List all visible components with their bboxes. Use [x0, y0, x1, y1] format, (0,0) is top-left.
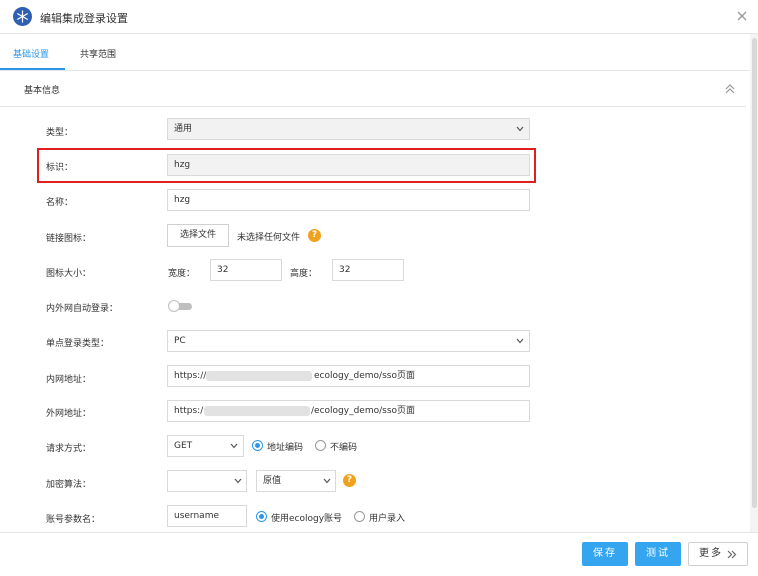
chevron-down-icon — [516, 126, 524, 132]
icon-size-label: 图标大小： — [46, 269, 92, 279]
more-button-label: 更多 — [699, 548, 723, 559]
account-param-label: 账号参数名： — [46, 515, 101, 525]
chevron-down-icon — [516, 338, 524, 344]
extranet-url-label: 外网地址： — [46, 409, 92, 419]
tab-share-scope[interactable]: 共享范围 — [80, 47, 116, 60]
sso-type-label: 单点登录类型： — [46, 339, 110, 349]
url-prefix: https:/ — [174, 406, 204, 416]
choose-file-button[interactable]: 选择文件 — [167, 224, 229, 247]
sso-type-value: PC — [174, 336, 186, 346]
chevron-down-icon — [323, 478, 331, 484]
encoding-value: 原值 — [263, 476, 282, 486]
radio-no-encode[interactable] — [315, 440, 326, 451]
height-input[interactable]: 32 — [332, 259, 404, 281]
sso-type-select[interactable]: PC — [167, 330, 530, 352]
dialog-header: 编辑集成登录设置 — [0, 0, 758, 34]
radio-user-input[interactable] — [354, 511, 365, 522]
identifier-label: 标识： — [46, 163, 74, 173]
url-suffix: ecology_demo/sso页面 — [314, 371, 415, 381]
help-icon[interactable]: ? — [343, 474, 356, 487]
name-label: 名称： — [46, 198, 74, 208]
account-param-input[interactable]: username — [167, 505, 247, 527]
active-tab-indicator — [0, 68, 65, 70]
double-chevron-right-icon — [727, 550, 737, 559]
tab-bar: 基础设置 共享范围 — [0, 34, 758, 71]
intranet-url-label: 内网地址： — [46, 375, 92, 385]
type-label: 类型： — [46, 128, 74, 138]
intranet-url-input[interactable]: https:// ecology_demo/sso页面 — [167, 365, 530, 387]
name-input[interactable]: hzg — [167, 189, 530, 211]
extranet-url-input[interactable]: https:/ /ecology_demo/sso页面 — [167, 400, 530, 422]
test-button[interactable]: 测试 — [635, 542, 681, 566]
dialog-title: 编辑集成登录设置 — [40, 12, 128, 25]
encryption-label: 加密算法： — [46, 480, 92, 490]
identifier-field: hzg — [167, 154, 530, 176]
toggle-knob — [168, 300, 180, 312]
link-icon-label: 链接图标： — [46, 234, 92, 244]
radio-use-ecology-account-label: 使用ecology账号 — [271, 514, 343, 524]
redacted-blur — [206, 371, 312, 381]
radio-url-encode-label: 地址编码 — [267, 443, 304, 453]
width-label: 宽度： — [168, 269, 196, 279]
encoding-select[interactable]: 原值 — [256, 470, 336, 492]
url-prefix: https:// — [174, 371, 207, 381]
section-title: 基本信息 — [24, 86, 61, 96]
radio-user-input-label: 用户录入 — [369, 514, 406, 524]
request-method-value: GET — [174, 441, 193, 451]
url-suffix: /ecology_demo/sso页面 — [311, 406, 416, 416]
request-method-select[interactable]: GET — [167, 435, 244, 457]
snowflake-icon — [13, 7, 32, 26]
scrollbar-thumb[interactable] — [752, 38, 757, 508]
more-button[interactable]: 更多 — [688, 542, 748, 566]
radio-url-encode[interactable] — [252, 440, 263, 451]
request-method-label: 请求方式： — [46, 444, 92, 454]
height-label: 高度： — [290, 269, 318, 279]
redacted-blur — [204, 406, 310, 416]
tab-basic-settings[interactable]: 基础设置 — [13, 47, 49, 60]
type-select[interactable]: 通用 — [167, 118, 530, 140]
double-chevron-up-icon[interactable] — [724, 82, 736, 96]
section-header: 基本信息 — [0, 71, 746, 107]
radio-use-ecology-account[interactable] — [256, 511, 267, 522]
encryption-select[interactable] — [167, 470, 247, 492]
save-button[interactable]: 保存 — [582, 542, 628, 566]
width-input[interactable]: 32 — [210, 259, 282, 281]
auto-login-label: 内外网自动登录： — [46, 304, 119, 314]
chevron-down-icon — [234, 478, 242, 484]
help-icon[interactable]: ? — [308, 229, 321, 242]
auto-login-toggle[interactable] — [168, 300, 192, 312]
file-status-text: 未选择任何文件 — [237, 233, 301, 243]
type-value: 通用 — [174, 124, 193, 134]
close-icon[interactable] — [734, 8, 750, 24]
radio-no-encode-label: 不编码 — [330, 443, 358, 453]
chevron-down-icon — [230, 443, 238, 449]
